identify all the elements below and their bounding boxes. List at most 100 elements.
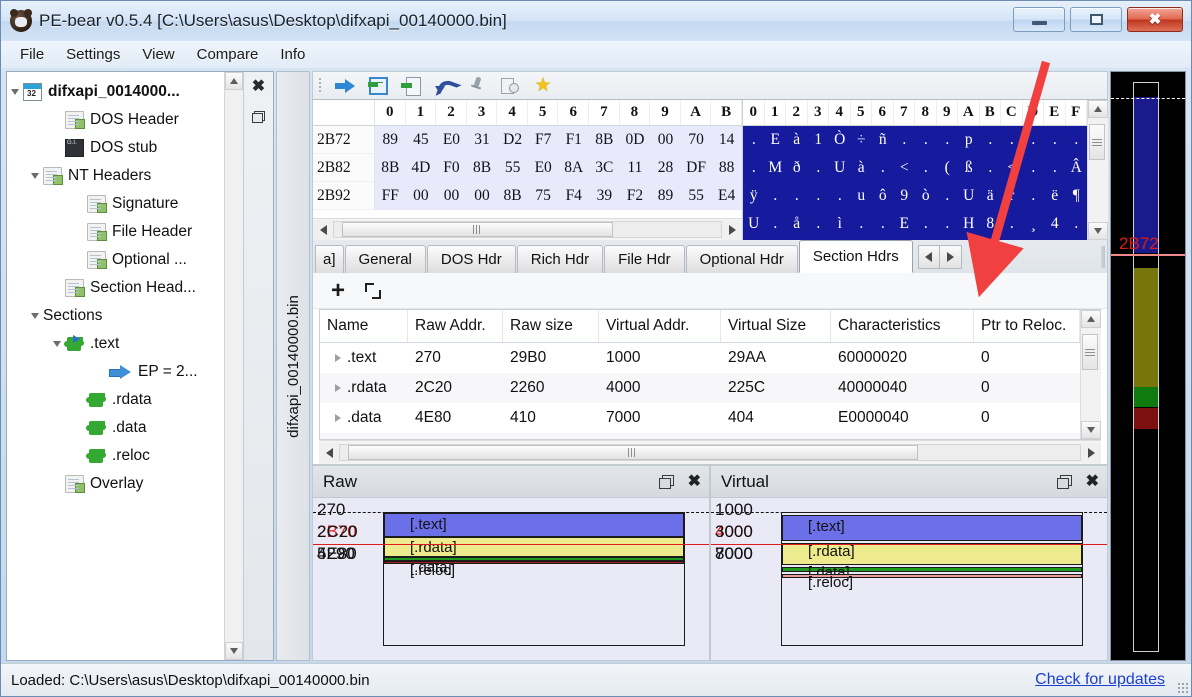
hex-byte-cell[interactable]: 70 — [681, 126, 712, 154]
table-vertical-scrollbar[interactable] — [1080, 310, 1101, 439]
hex-byte-cell[interactable]: E0 — [436, 126, 467, 154]
tab-optional-hdr[interactable]: Optional Hdr — [685, 245, 798, 273]
ascii-char-cell[interactable]: ñ — [872, 126, 894, 154]
go-to-address-button[interactable] — [330, 73, 360, 98]
hex-byte-cell[interactable]: 28 — [650, 154, 681, 182]
ascii-char-cell[interactable]: E — [894, 210, 916, 238]
restore-icon[interactable] — [252, 111, 265, 123]
file-tab-vertical[interactable]: difxapi_00140000.bin — [276, 71, 310, 661]
table-hscroll-thumb[interactable] — [348, 445, 918, 460]
copy-button[interactable] — [495, 73, 525, 98]
table-cell-ptr-reloc[interactable]: 0 — [974, 403, 1080, 433]
tree-item-file-header[interactable]: File Header — [7, 218, 224, 246]
table-col-header[interactable]: Raw size — [503, 310, 599, 342]
raw-canvas[interactable]: [.text] [.rdata] [.data] [.reloc] 270 2B70 2C2… — [313, 498, 709, 660]
tree-scroll-down-button[interactable] — [225, 642, 243, 660]
ascii-rows[interactable]: . Eà 1 Ò ÷ ñ... p...... Mð. Uà. <.(ß. <.. Âÿ.... u ô 9… — [743, 126, 1087, 240]
table-cell-ptr-reloc[interactable]: 0 — [974, 343, 1080, 373]
hex-byte-cell[interactable]: 45 — [406, 126, 437, 154]
table-col-header[interactable]: Characteristics — [831, 310, 974, 342]
table-col-header[interactable]: Virtual Size — [721, 310, 831, 342]
table-cell-virtual-size[interactable]: 5498 — [721, 433, 831, 439]
table-scroll-left-button[interactable] — [319, 442, 339, 463]
ascii-char-cell[interactable]: ÿ — [743, 182, 765, 210]
close-icon[interactable]: ✖ — [252, 79, 265, 95]
ascii-char-cell[interactable]: ô — [872, 182, 894, 210]
hex-byte-cell[interactable]: F4 — [558, 182, 589, 210]
ascii-char-cell[interactable]: . — [1044, 154, 1066, 182]
table-cell-name[interactable]: .rdata — [320, 373, 408, 403]
tree-item-reloc[interactable]: .reloc — [7, 442, 224, 470]
hex-byte-cell[interactable]: 39 — [589, 182, 620, 210]
menu-compare[interactable]: Compare — [186, 43, 270, 66]
twisty-collapsed-icon[interactable] — [335, 354, 341, 362]
ascii-char-cell[interactable]: 4 — [1044, 210, 1066, 238]
table-col-header[interactable]: Virtual Addr. — [599, 310, 721, 342]
tree-item-optional[interactable]: Optional ... — [7, 246, 224, 274]
ascii-char-cell[interactable]: . — [743, 154, 765, 182]
table-cell-name[interactable]: .text — [320, 343, 408, 373]
twisty-collapsed-icon[interactable] — [335, 384, 341, 392]
hex-byte-cell[interactable]: 8B — [589, 126, 620, 154]
table-cell-raw-addr[interactable]: 5290 — [408, 433, 503, 439]
hex-byte-cell[interactable]: 88 — [711, 154, 742, 182]
tab-a[interactable]: a] — [315, 245, 344, 273]
table-hscroll-track[interactable] — [339, 444, 1081, 461]
file-tree[interactable]: difxapi_0014000... DOS Header DOS stub NT H… — [7, 72, 224, 660]
ascii-char-cell[interactable]: . — [743, 126, 765, 154]
table-cell-virtual-addr[interactable]: 7000 — [599, 403, 721, 433]
table-cell-raw-size[interactable]: 410 — [503, 403, 599, 433]
ascii-char-cell[interactable]: . — [1066, 126, 1088, 154]
ascii-char-cell[interactable]: . — [808, 154, 830, 182]
ascii-char-cell[interactable]: . — [872, 210, 894, 238]
ascii-row[interactable]: U.å.ì..E..H8.̧4. — [743, 210, 1087, 238]
hex-byte-cell[interactable]: 00 — [650, 126, 681, 154]
twisty-expanded-icon[interactable] — [49, 341, 65, 347]
table-cell-characteristics[interactable]: 42000040 — [831, 433, 974, 439]
table-cell-ptr-reloc[interactable]: 0 — [974, 373, 1080, 403]
twisty-expanded-icon[interactable] — [27, 313, 43, 319]
ascii-char-cell[interactable]: r — [1001, 182, 1023, 210]
ascii-char-cell[interactable]: . — [851, 210, 873, 238]
table-cell-virtual-addr[interactable]: 4000 — [599, 373, 721, 403]
ascii-char-cell[interactable]: U — [958, 182, 980, 210]
ascii-char-cell[interactable]: . — [937, 210, 959, 238]
plus-icon[interactable]: + — [331, 278, 345, 303]
hex-byte-cell[interactable]: E4 — [711, 182, 742, 210]
hex-rows[interactable]: 2B72 89 45 E0 31 D2 F7 F1 8B 0D 00 70 14 2B82 8B 4D F0 8B… — [313, 126, 742, 218]
ascii-char-cell[interactable]: ß — [958, 154, 980, 182]
ascii-char-cell[interactable]: . — [765, 182, 787, 210]
expand-all-icon[interactable] — [365, 282, 382, 299]
table-row[interactable]: .reloc 529041080005498420000400 — [320, 433, 1080, 439]
ascii-char-cell[interactable]: . — [1001, 126, 1023, 154]
ascii-char-cell[interactable]: 8 — [980, 210, 1002, 238]
table-row[interactable]: .rdata 2C20 2260 4000 225C 40000040 0 — [320, 373, 1080, 403]
ascii-char-cell[interactable]: . — [808, 210, 830, 238]
hex-byte-cell[interactable]: DF — [681, 154, 712, 182]
hex-byte-cell[interactable]: 75 — [528, 182, 559, 210]
ascii-char-cell[interactable]: Â — [1066, 154, 1088, 182]
hex-byte-cell[interactable]: F0 — [436, 154, 467, 182]
close-button[interactable]: ✖ — [1127, 7, 1183, 32]
ascii-char-cell[interactable]: . — [872, 154, 894, 182]
table-scroll-up-button[interactable] — [1080, 310, 1101, 328]
ascii-char-cell[interactable]: < — [894, 154, 916, 182]
table-cell-virtual-addr[interactable]: 8000 — [599, 433, 721, 439]
hex-byte-cell[interactable]: 4D — [406, 154, 437, 182]
ascii-char-cell[interactable]: . — [980, 126, 1002, 154]
float-icon[interactable] — [1056, 474, 1072, 489]
ascii-char-cell[interactable]: . — [937, 182, 959, 210]
ascii-char-cell[interactable]: . — [937, 126, 959, 154]
ascii-char-cell[interactable]: p — [958, 126, 980, 154]
ascii-char-cell[interactable]: ë — [1044, 182, 1066, 210]
ascii-char-cell[interactable]: . — [1023, 182, 1045, 210]
table-cell-raw-addr[interactable]: 4E80 — [408, 403, 503, 433]
ascii-char-cell[interactable]: U — [829, 154, 851, 182]
next-tab-icon[interactable] — [939, 244, 962, 269]
tree-item-difxapi-0014000[interactable]: difxapi_0014000... — [7, 78, 224, 106]
table-cell-virtual-size[interactable]: 225C — [721, 373, 831, 403]
table-scroll-down-button[interactable] — [1080, 421, 1101, 439]
virtual-canvas[interactable]: [.text] [.rdata] [.data] [.reloc] 1000 4000 30… — [711, 498, 1107, 660]
ascii-char-cell[interactable]: H — [958, 210, 980, 238]
tree-item-dos-header[interactable]: DOS Header — [7, 106, 224, 134]
